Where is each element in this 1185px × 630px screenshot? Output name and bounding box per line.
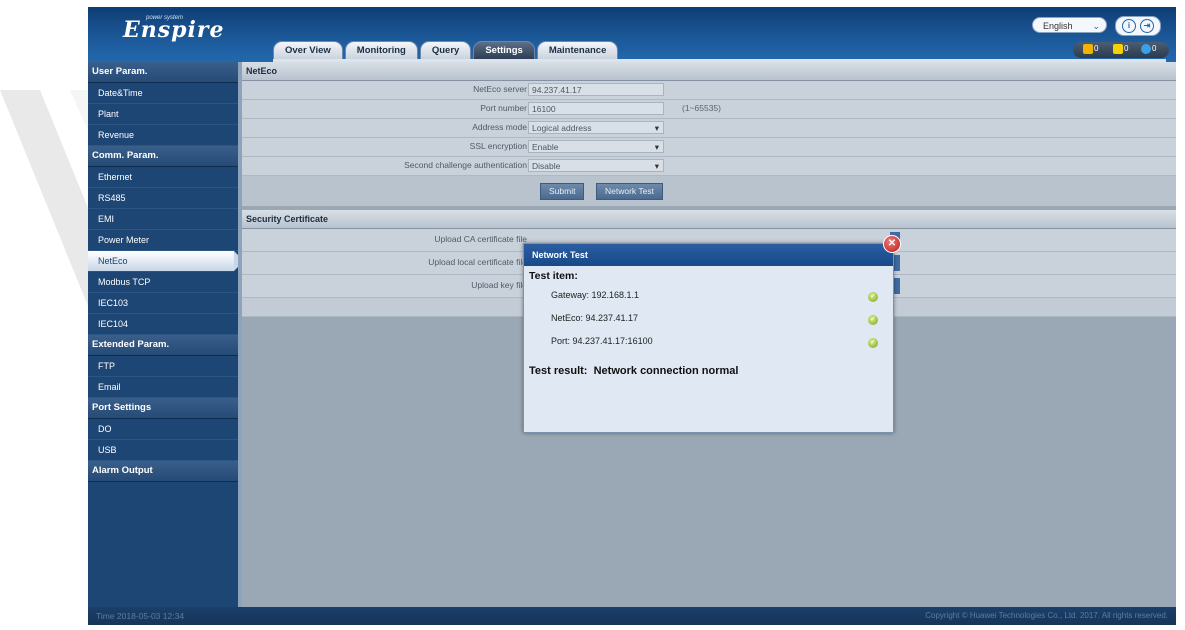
form-row: NetEco server 94.237.41.17 (242, 81, 1176, 100)
sidebar-item-iec104[interactable]: IEC104 (88, 314, 238, 335)
top-bar: Enspire power system Over View Monitoring… (88, 7, 1176, 62)
info-icon[interactable]: i (1122, 19, 1136, 33)
sidebar-section-alarm-output[interactable]: Alarm Output (88, 461, 238, 482)
footer: Time 2018-05-03 12:34 Copyright © Huawei… (88, 607, 1176, 625)
check-icon: ✓ (868, 338, 878, 348)
sidebar-item-email[interactable]: Email (88, 377, 238, 398)
sidebar-item-ftp[interactable]: FTP (88, 356, 238, 377)
test-item-neteco: NetEco: 94.237.41.17 (551, 313, 639, 323)
sidebar-section-extended-param-[interactable]: Extended Param. (88, 335, 238, 356)
select-field[interactable]: Disable (528, 159, 664, 173)
check-icon: ✓ (868, 292, 878, 302)
info-controls: i ⇥ (1115, 16, 1161, 36)
language-label: English (1043, 21, 1073, 31)
submit-button[interactable]: Submit (540, 183, 585, 200)
logo-tagline: power system (146, 15, 184, 21)
neteco-section-header: NetEco (242, 62, 1176, 81)
sidebar-item-ethernet[interactable]: Ethernet (88, 167, 238, 188)
field-label: Address mode (472, 122, 527, 132)
sidebar-item-date-time[interactable]: Date&Time (88, 83, 238, 104)
field-label: Port number (480, 103, 527, 113)
close-icon[interactable]: ✕ (883, 235, 901, 253)
warning-triangle-icon (1083, 44, 1093, 54)
major-alarm: 0 (1083, 44, 1098, 54)
sidebar-item-emi[interactable]: EMI (88, 209, 238, 230)
sidebar-item-neteco[interactable]: NetEco (88, 251, 244, 272)
sidebar: User Param. Date&Time Plant Revenue Comm. Pa… (88, 62, 244, 607)
sidebar-item-usb[interactable]: USB (88, 440, 238, 461)
test-item-heading: Test item: (529, 270, 578, 282)
dialog-title: Network Test (524, 244, 893, 266)
text-field[interactable]: 94.237.41.17 (528, 83, 664, 96)
check-icon: ✓ (868, 315, 878, 325)
certificate-label: Upload local certificate file (428, 257, 527, 267)
field-label: Second challenge authentication (404, 160, 527, 170)
logout-icon[interactable]: ⇥ (1140, 19, 1154, 33)
system-time: Time 2018-05-03 12:34 (96, 611, 185, 621)
sidebar-section-port-settings[interactable]: Port Settings (88, 398, 238, 419)
field-label: SSL encryption (469, 141, 527, 151)
text-field[interactable]: 16100 (528, 102, 664, 115)
language-select[interactable]: English ⌄ (1032, 17, 1107, 33)
select-field[interactable]: Logical address (528, 121, 664, 135)
sidebar-section-user-param-[interactable]: User Param. (88, 62, 238, 83)
main-tabs: Over View Monitoring Query Settings Maintena… (273, 41, 620, 60)
form-row: SSL encryption Enable (242, 138, 1176, 157)
test-item-gateway: Gateway: 192.168.1.1 (551, 290, 640, 300)
test-item-port: Port: 94.237.41.17:16100 (551, 336, 653, 346)
range-hint: (1~65535) (682, 103, 721, 113)
test-result: Test result: Network connection normal (529, 365, 739, 377)
form-row: Address mode Logical address (242, 119, 1176, 138)
network-test-dialog: Network Test ✕ Test item: Gateway: 192.1… (523, 235, 901, 433)
form-row: Second challenge authentication Disable (242, 157, 1176, 176)
certificate-label: Upload CA certificate file (434, 234, 527, 244)
info-alarm-icon (1141, 44, 1151, 54)
tab-query[interactable]: Query (419, 41, 472, 60)
copyright: Copyright © Huawei Technologies Co., Ltd… (925, 611, 1168, 620)
sidebar-item-modbus-tcp[interactable]: Modbus TCP (88, 272, 238, 293)
certificate-section-header: Security Certificate (242, 210, 1176, 229)
form-row: Port number 16100 (1~65535) (242, 100, 1176, 119)
minor-alarm: 0 (1113, 44, 1128, 54)
neteco-actions: Submit Network Test (242, 176, 1176, 206)
minor-alarm-icon (1113, 44, 1123, 54)
warning-alarm: 0 (1141, 44, 1156, 54)
sidebar-item-iec103[interactable]: IEC103 (88, 293, 238, 314)
sidebar-item-power-meter[interactable]: Power Meter (88, 230, 238, 251)
tab-monitoring[interactable]: Monitoring (344, 41, 418, 60)
network-test-button[interactable]: Network Test (596, 183, 663, 200)
tab-maintenance[interactable]: Maintenance (536, 41, 619, 60)
alarm-counters[interactable]: 0 0 0 (1073, 42, 1169, 58)
sidebar-item-do[interactable]: DO (88, 419, 238, 440)
sidebar-item-plant[interactable]: Plant (88, 104, 238, 125)
field-label: NetEco server (473, 84, 527, 94)
tab-over-view[interactable]: Over View (273, 41, 343, 60)
sidebar-section-comm-param-[interactable]: Comm. Param. (88, 146, 238, 167)
chevron-down-icon: ⌄ (1092, 21, 1100, 31)
select-field[interactable]: Enable (528, 140, 664, 154)
neteco-form: NetEco server 94.237.41.17 Port number 1610… (242, 81, 1176, 176)
sidebar-item-revenue[interactable]: Revenue (88, 125, 238, 146)
tab-settings[interactable]: Settings (473, 41, 535, 60)
sidebar-item-rs485[interactable]: RS485 (88, 188, 238, 209)
certificate-label: Upload key file (471, 280, 527, 290)
